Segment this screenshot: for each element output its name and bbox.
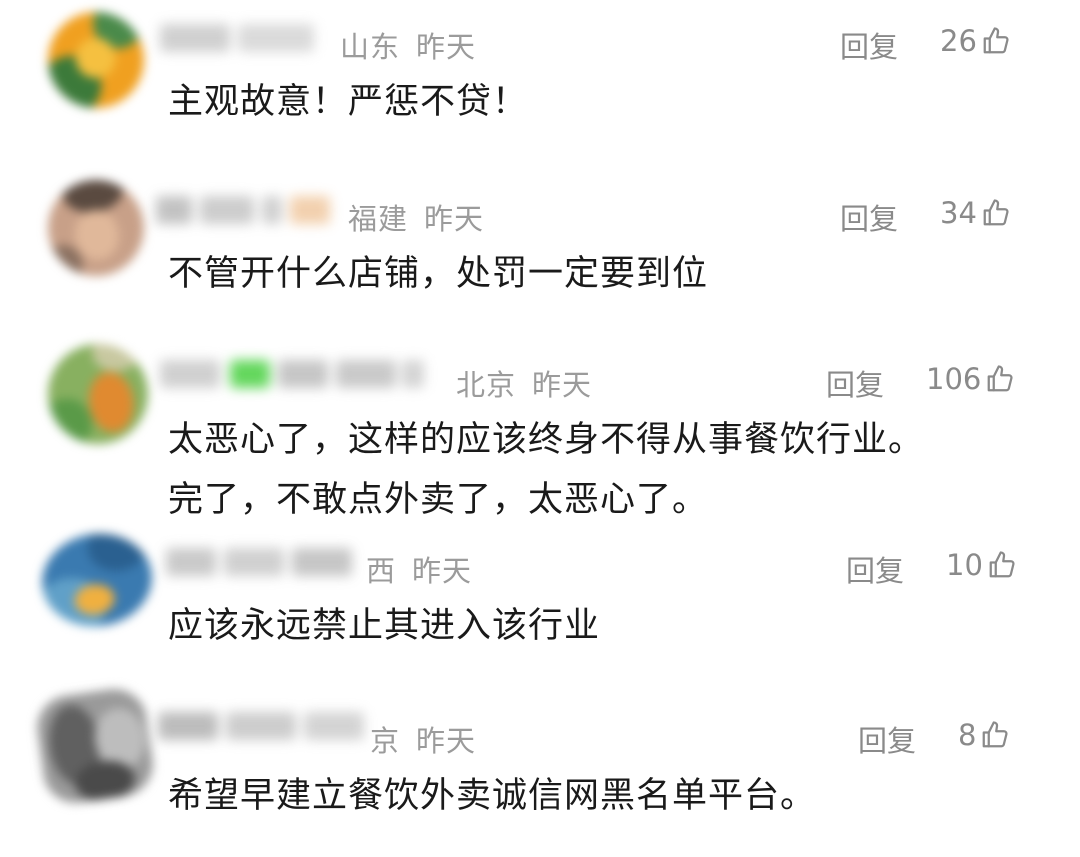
timestamp: 昨天 bbox=[416, 724, 477, 758]
comment-meta: 西昨天 bbox=[366, 548, 472, 590]
comment-line: 希望早建立餐饮外卖诚信网黑名单平台。 bbox=[168, 776, 817, 816]
comment-meta: 北京 昨天 bbox=[456, 362, 592, 404]
reply-button[interactable]: 回复 bbox=[846, 548, 904, 590]
thumbs-up-icon bbox=[983, 721, 1009, 748]
username-blurred[interactable] bbox=[160, 16, 320, 60]
username-blurred[interactable] bbox=[158, 704, 368, 748]
reply-button[interactable]: 回复 bbox=[826, 362, 884, 404]
like-button[interactable]: 10 bbox=[946, 548, 1017, 582]
comment-meta: 京昨天 bbox=[370, 718, 476, 760]
timestamp: 昨天 bbox=[412, 554, 473, 588]
like-count: 8 bbox=[958, 718, 977, 752]
username-blurred[interactable] bbox=[166, 540, 356, 584]
comment-text: 希望早建立餐饮外卖诚信网黑名单平台。 bbox=[168, 766, 816, 826]
comment-line: 完了，不敢点外卖了，太恶心了。 bbox=[168, 480, 709, 520]
comment-text: 应该永远禁止其进入该行业 bbox=[168, 596, 600, 656]
avatar[interactable] bbox=[41, 173, 151, 283]
timestamp: 昨天 bbox=[416, 30, 477, 64]
reply-button[interactable]: 回复 bbox=[840, 196, 898, 238]
timestamp: 昨天 bbox=[532, 368, 593, 402]
avatar[interactable] bbox=[41, 337, 155, 451]
location-label: 西 bbox=[366, 554, 397, 588]
comment-line: 不管开什么店铺，处罚一定要到位 bbox=[168, 254, 709, 294]
comment-meta: 山东 昨天 bbox=[340, 24, 476, 66]
location-label: 京 bbox=[370, 724, 401, 758]
thumbs-up-icon bbox=[983, 27, 1009, 54]
timestamp: 昨天 bbox=[424, 202, 485, 236]
like-button[interactable]: 8 bbox=[958, 718, 1010, 752]
thumbs-up-icon bbox=[983, 199, 1009, 226]
location-label: 山东 bbox=[340, 30, 401, 64]
avatar[interactable] bbox=[41, 5, 151, 115]
location-label: 北京 bbox=[456, 368, 517, 402]
like-count: 26 bbox=[940, 24, 977, 58]
like-count: 10 bbox=[946, 548, 983, 582]
like-count: 106 bbox=[926, 362, 982, 396]
comment-line: 应该永远禁止其进入该行业 bbox=[168, 606, 601, 646]
thumbs-up-icon bbox=[989, 551, 1015, 578]
thumbs-up-icon bbox=[987, 365, 1013, 392]
username-blurred[interactable] bbox=[156, 188, 336, 232]
comment-line: 主观故意！严惩不贷！ bbox=[168, 82, 529, 122]
like-button[interactable]: 106 bbox=[926, 362, 1015, 396]
reply-button[interactable]: 回复 bbox=[840, 24, 898, 66]
like-button[interactable]: 26 bbox=[940, 24, 1011, 58]
comment-text: 太恶心了，这样的应该终身不得从事餐饮行业。 完了，不敢点外卖了，太恶心了。 bbox=[168, 410, 924, 530]
location-label: 福建 bbox=[348, 202, 409, 236]
like-button[interactable]: 34 bbox=[940, 196, 1011, 230]
avatar[interactable] bbox=[36, 526, 158, 634]
avatar[interactable] bbox=[33, 684, 157, 808]
like-count: 34 bbox=[940, 196, 977, 230]
comment-line: 太恶心了，这样的应该终身不得从事餐饮行业。 bbox=[168, 420, 925, 460]
reply-button[interactable]: 回复 bbox=[858, 718, 916, 760]
username-blurred[interactable] bbox=[160, 352, 430, 396]
comment-text: 不管开什么店铺，处罚一定要到位 bbox=[168, 244, 708, 304]
comment-meta: 福建 昨天 bbox=[348, 196, 484, 238]
comment-text: 主观故意！严惩不贷！ bbox=[168, 72, 528, 132]
